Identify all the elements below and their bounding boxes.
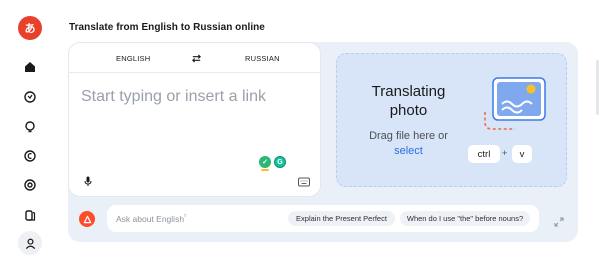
lightbulb-icon[interactable] [20,117,40,137]
ask-placeholder-text: Ask about English [116,214,185,224]
logo-glyph: あ [24,23,36,35]
drag-hint: Drag file here or [369,130,448,142]
extension-icons: ✓ G [259,156,286,172]
target-icon[interactable] [20,175,40,195]
expand-icon[interactable] [554,214,564,227]
keyboard-icon[interactable] [298,174,310,187]
grammarly-icon[interactable]: G [274,156,286,168]
photo-title: Translating photo [371,83,446,119]
page-title: Translate from English to Russian online [69,22,265,33]
language-bar: ENGLISH RUSSIAN [69,43,320,73]
ask-placeholder-mark: ⁵ [184,214,187,221]
source-text-input[interactable]: Start typing or insert a link [81,88,266,106]
text-translation-card: ENGLISH RUSSIAN Start typing or insert a… [68,42,321,197]
cards-icon[interactable] [20,205,40,225]
source-language-button[interactable]: ENGLISH [116,54,150,63]
v-key: v [512,145,532,163]
photo-drop-zone[interactable]: Translating photo Drag file here or sele… [336,53,567,187]
select-file-link[interactable]: select [357,145,460,157]
scrollbar[interactable] [596,60,599,115]
assistant-icon[interactable] [79,211,95,227]
photo-illustration-icon [484,77,546,130]
home-icon[interactable] [20,57,40,77]
app-logo[interactable]: あ [18,16,42,40]
suggestion-chip[interactable]: When do I use "the" before nouns? [400,211,530,226]
plus-sign: + [502,148,508,158]
swap-arrows-icon[interactable] [190,52,202,64]
suggestion-chip[interactable]: Explain the Present Perfect [288,211,395,226]
avatar[interactable] [18,231,42,255]
sidebar: あ [0,0,60,270]
user-icon [25,238,35,249]
ask-input-placeholder[interactable]: Ask about English⁵ [116,214,187,224]
microphone-icon[interactable] [82,174,94,186]
ask-input-bar[interactable]: Ask about English⁵ Explain the Present P… [107,205,539,232]
target-language-button[interactable]: RUSSIAN [245,54,280,63]
currency-icon[interactable] [20,146,40,166]
ctrl-key: ctrl [468,145,500,163]
extension-a-icon[interactable]: ✓ [259,156,271,172]
chat-icon[interactable] [20,87,40,107]
